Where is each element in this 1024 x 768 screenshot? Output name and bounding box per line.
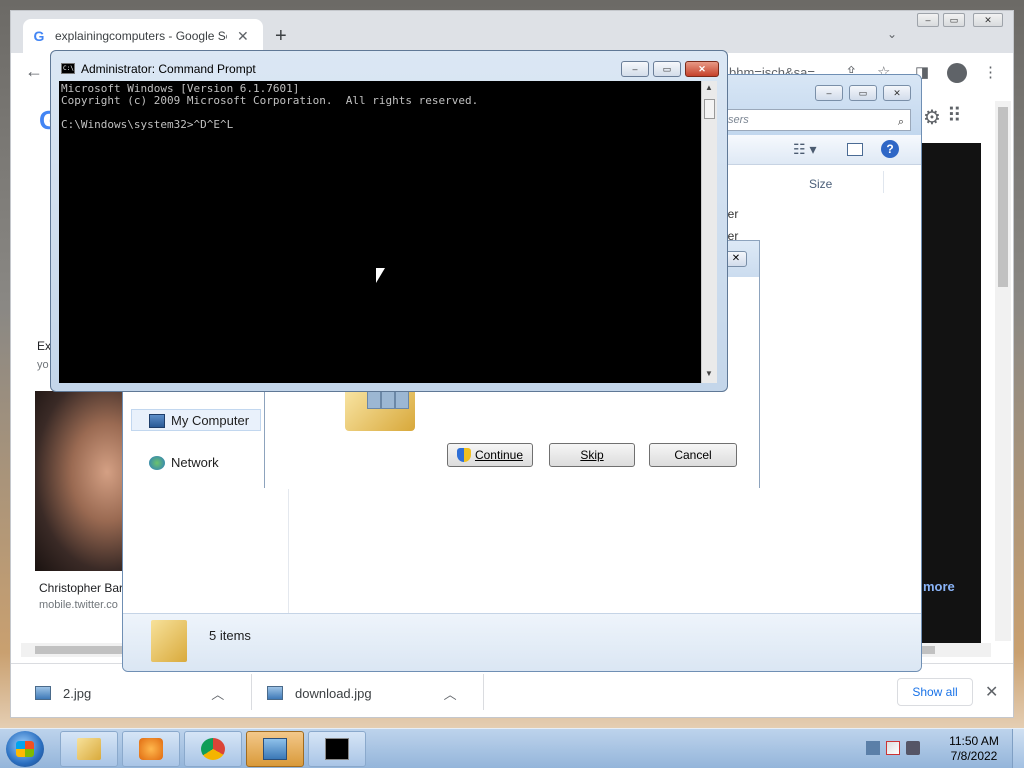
google-favicon-icon: G — [33, 28, 45, 44]
close-icon[interactable]: ✕ — [883, 85, 911, 101]
result-source: yo — [37, 359, 49, 371]
command-prompt-window: C:\ Administrator: Command Prompt – ▭ ✕ … — [50, 50, 728, 392]
kebab-menu-icon[interactable]: ⋮ — [983, 63, 998, 81]
item-count: 5 items — [209, 628, 251, 643]
download-filename: 2.jpg — [63, 685, 92, 701]
result-image-source: mobile.twitter.co — [39, 599, 118, 611]
media-player-icon — [139, 738, 163, 760]
scroll-thumb[interactable] — [704, 99, 715, 119]
divider — [483, 674, 484, 710]
new-tab-button[interactable]: + — [275, 25, 287, 48]
start-button[interactable] — [6, 731, 44, 767]
windows-logo-icon — [16, 741, 34, 757]
image-file-icon — [35, 686, 51, 700]
maximize-icon[interactable]: ▭ — [849, 85, 877, 101]
close-icon[interactable]: ✕ — [725, 251, 747, 267]
nav-item-label: My Computer — [171, 413, 250, 428]
cmd-icon — [325, 738, 349, 760]
cancel-label: Cancel — [674, 448, 712, 462]
maximize-icon[interactable]: ▭ — [653, 61, 681, 77]
tab-search-chevron-icon[interactable]: ⌄ — [887, 27, 897, 41]
continue-button[interactable]: Continue — [447, 443, 533, 467]
continue-label: Continue — [474, 448, 524, 462]
close-icon[interactable]: ✕ — [973, 13, 1003, 27]
console-scrollbar[interactable]: ▲ ▼ — [701, 81, 717, 383]
download-item[interactable]: download.jpg ︿ — [267, 678, 477, 708]
cancel-button[interactable]: Cancel — [649, 443, 737, 467]
cmd-icon: C:\ — [61, 63, 75, 74]
search-placeholder: sers — [728, 114, 749, 126]
result-title[interactable]: Ex — [37, 339, 51, 353]
window-title: Administrator: Command Prompt — [81, 62, 256, 76]
nav-item-network[interactable]: Network — [149, 455, 219, 470]
help-icon[interactable]: ? — [881, 140, 899, 158]
tab-title: explainingcomputers - Google Search — [55, 29, 227, 43]
divider — [251, 674, 252, 710]
profile-avatar[interactable] — [947, 63, 967, 83]
result-image-title[interactable]: Christopher Bar — [39, 581, 123, 595]
image-preview-panel — [921, 143, 981, 643]
taskbar-chrome[interactable] — [184, 731, 242, 767]
column-divider[interactable] — [883, 171, 884, 193]
action-center-flag-icon[interactable] — [886, 741, 900, 755]
clock[interactable]: 11:50 AM 7/8/2022 — [944, 734, 1004, 764]
preview-pane-icon[interactable] — [847, 143, 863, 156]
image-file-icon — [267, 686, 283, 700]
show-all-button[interactable]: Show all — [897, 678, 973, 706]
chrome-icon — [201, 738, 225, 760]
folder-icon — [345, 369, 415, 431]
folder-icon — [151, 620, 187, 662]
chevron-up-icon[interactable]: ︿ — [211, 684, 224, 703]
taskbar: 11:50 AM 7/8/2022 — [0, 728, 1024, 768]
details-pane: 5 items — [123, 613, 921, 671]
vertical-scrollbar[interactable] — [995, 101, 1011, 641]
chevron-up-icon[interactable]: ︿ — [444, 684, 457, 703]
nav-item-label: Network — [171, 455, 219, 470]
system-tray — [866, 741, 920, 755]
view-options-icon[interactable]: ☷ ▾ — [793, 141, 816, 158]
back-arrow-icon[interactable]: ← — [25, 61, 43, 82]
photo-viewer-icon — [263, 738, 287, 760]
maximize-icon[interactable]: ▭ — [943, 13, 965, 27]
browser-tab[interactable]: G explainingcomputers - Google Search ✕ — [23, 19, 263, 53]
folder-icon — [77, 738, 101, 760]
network-tray-icon[interactable] — [866, 741, 880, 755]
tab-close-icon[interactable]: ✕ — [237, 28, 249, 45]
search-icon[interactable]: ⌕ — [898, 112, 904, 132]
taskbar-explorer[interactable] — [60, 731, 118, 767]
skip-label: Skip — [580, 448, 604, 462]
apps-grid-icon[interactable]: ⠿ — [947, 103, 962, 128]
console-output[interactable]: Microsoft Windows [Version 6.1.7601] Cop… — [59, 81, 701, 383]
skip-button[interactable]: Skip — [549, 443, 635, 467]
computer-icon — [149, 413, 165, 428]
gear-icon[interactable]: ⚙ — [923, 105, 941, 130]
uac-shield-icon — [456, 448, 471, 462]
close-icon[interactable]: ✕ — [985, 682, 998, 702]
taskbar-media-player[interactable] — [122, 731, 180, 767]
cmd-titlebar[interactable]: C:\ Administrator: Command Prompt – ▭ ✕ — [51, 51, 727, 81]
scroll-down-icon[interactable]: ▼ — [705, 369, 713, 378]
column-size[interactable]: Size — [809, 177, 832, 191]
network-icon — [149, 455, 165, 470]
search-input[interactable]: sers ⌕ — [719, 109, 911, 131]
taskbar-photo-viewer[interactable] — [246, 731, 304, 767]
nav-item-my-computer[interactable]: My Computer — [149, 413, 249, 428]
minimize-icon[interactable]: – — [917, 13, 939, 27]
taskbar-command-prompt[interactable] — [308, 731, 366, 767]
show-desktop-button[interactable] — [1012, 729, 1024, 768]
minimize-icon[interactable]: – — [815, 85, 843, 101]
download-item[interactable]: 2.jpg ︿ — [35, 678, 245, 708]
download-filename: download.jpg — [295, 685, 372, 701]
volume-icon[interactable] — [906, 741, 920, 755]
more-link[interactable]: more — [923, 579, 955, 594]
chrome-tabstrip: G explainingcomputers - Google Search ✕ … — [11, 11, 1013, 53]
scroll-thumb[interactable] — [998, 107, 1008, 287]
scroll-up-icon[interactable]: ▲ — [705, 83, 713, 92]
minimize-icon[interactable]: – — [621, 61, 649, 77]
close-icon[interactable]: ✕ — [685, 61, 719, 77]
mouse-cursor-icon — [376, 268, 385, 283]
clock-date: 7/8/2022 — [950, 749, 998, 763]
clock-time: 11:50 AM — [949, 734, 999, 748]
